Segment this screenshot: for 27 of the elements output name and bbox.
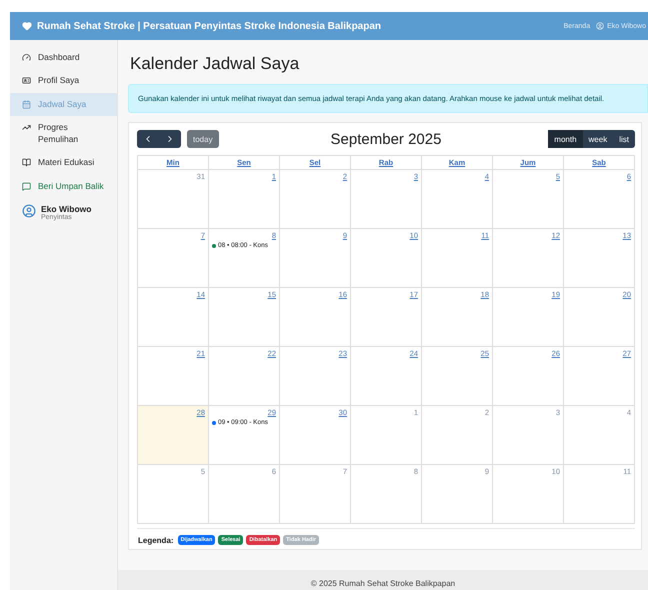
view-tab[interactable]: week	[582, 130, 614, 148]
view-tab[interactable]: month	[548, 130, 583, 148]
gauge-icon	[22, 53, 31, 62]
sidebar-item[interactable]: Profil Saya	[10, 69, 117, 93]
message-icon	[22, 182, 31, 191]
user-icon	[596, 22, 604, 30]
prev-button[interactable]	[137, 130, 159, 148]
sidebar-item[interactable]: Beri Umpan Balik	[10, 174, 117, 198]
sidebar-item[interactable]: Materi Edukasi	[10, 151, 117, 175]
legend-label: Legenda:	[138, 536, 174, 545]
sidebar-item[interactable]: Progres Pemulihan	[10, 116, 117, 152]
chart-icon	[22, 123, 31, 132]
footer-text: © 2025 Rumah Sehat Stroke Balikpapan	[118, 570, 648, 590]
view-tab[interactable]: list	[613, 130, 635, 148]
brand-title[interactable]: Rumah Sehat Stroke | Persatuan Penyintas Stroke Indonesia Balikpapan	[37, 20, 382, 32]
next-button[interactable]	[159, 130, 181, 148]
heart-icon	[22, 21, 32, 31]
book-icon	[22, 158, 31, 168]
calendar-title: September 2025	[330, 130, 442, 148]
avatar-icon	[22, 204, 36, 218]
sidebar-item[interactable]: Dashboard	[10, 46, 117, 70]
id-card-icon	[22, 76, 31, 86]
page-title: Kalender Jadwal Saya	[130, 54, 300, 74]
calendar-icon	[22, 100, 31, 109]
sidebar-item[interactable]: Jadwal Saya	[10, 92, 117, 116]
user-name: Eko Wibowo	[41, 204, 92, 214]
today-button[interactable]: today	[187, 130, 219, 148]
